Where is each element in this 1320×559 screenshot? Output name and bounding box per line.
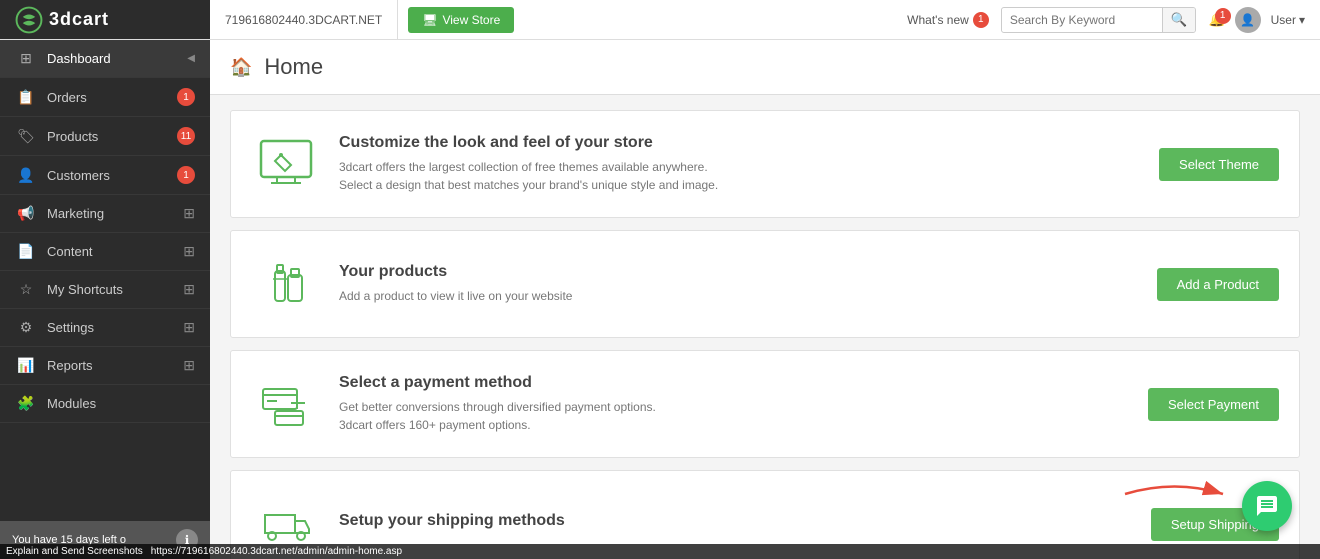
sidebar-label-settings: Settings	[47, 320, 179, 335]
sidebar-item-settings[interactable]: ⚙ Settings ⊞	[0, 309, 210, 347]
avatar[interactable]: 👤	[1235, 7, 1261, 33]
sidebar-label-orders: Orders	[47, 90, 173, 105]
logo-icon	[15, 6, 43, 34]
sidebar-label-modules: Modules	[47, 396, 195, 411]
topbar: 3dcart 719616802440.3DCART.NET 🖥 View St…	[0, 0, 1320, 40]
modules-icon: 🧩	[15, 395, 37, 412]
chat-icon	[1255, 494, 1279, 518]
card-payment: Select a payment method Get better conve…	[230, 350, 1300, 458]
sidebar-item-content[interactable]: 📄 Content ⊞	[0, 233, 210, 271]
add-product-button[interactable]: Add a Product	[1157, 268, 1279, 301]
payment-card-body: Select a payment method Get better conve…	[339, 374, 1130, 434]
sidebar-label-shortcuts: My Shortcuts	[47, 282, 179, 297]
search-box: 🔍	[1001, 7, 1197, 33]
layout: ⊞ Dashboard ◀ 📋 Orders 1 🏷 Products 11 👤…	[0, 40, 1320, 559]
sidebar-label-content: Content	[47, 244, 179, 259]
monitor-edit-icon	[255, 133, 317, 195]
card-theme: Customize the look and feel of your stor…	[230, 110, 1300, 218]
sidebar-label-dashboard: Dashboard	[47, 51, 183, 66]
topbar-icons: 🔔 1 👤 User ▾	[1208, 7, 1305, 33]
notification-bell[interactable]: 🔔 1	[1208, 12, 1224, 28]
sidebar-item-reports[interactable]: 📊 Reports ⊞	[0, 347, 210, 385]
theme-card-action: Select Theme	[1159, 148, 1279, 181]
sidebar-label-products: Products	[47, 129, 173, 144]
payment-card-desc: Get better conversions through diversifi…	[339, 398, 1130, 434]
sidebar-item-my-shortcuts[interactable]: ☆ My Shortcuts ⊞	[0, 271, 210, 309]
bottles-icon	[255, 253, 317, 315]
payment-card-title: Select a payment method	[339, 374, 1130, 392]
main-content: 🏠 Home Customize the look and feel of	[210, 40, 1320, 559]
sidebar-item-orders[interactable]: 📋 Orders 1	[0, 78, 210, 117]
sidebar-item-dashboard[interactable]: ⊞ Dashboard ◀	[0, 40, 210, 78]
sidebar-arrow-dashboard: ◀	[187, 53, 195, 64]
view-store-button[interactable]: 🖥 View Store	[408, 7, 514, 33]
dashboard-icon: ⊞	[15, 50, 37, 67]
sidebar-label-customers: Customers	[47, 168, 173, 183]
theme-card-title: Customize the look and feel of your stor…	[339, 134, 1141, 152]
theme-card-desc: 3dcart offers the largest collection of …	[339, 158, 1141, 194]
home-icon: 🏠	[230, 57, 252, 78]
cards-container: Customize the look and feel of your stor…	[210, 95, 1320, 559]
settings-expand-icon: ⊞	[183, 319, 195, 336]
bottom-bar-url: https://719616802440.3dcart.net/admin/ad…	[151, 546, 402, 557]
card-products: Your products Add a product to view it l…	[230, 230, 1300, 338]
reports-expand-icon: ⊞	[183, 357, 195, 374]
monitor-icon: 🖥	[422, 13, 437, 27]
products-card-body: Your products Add a product to view it l…	[339, 263, 1139, 305]
search-input[interactable]	[1002, 9, 1162, 31]
sidebar-label-marketing: Marketing	[47, 206, 179, 221]
products-icon: 🏷	[15, 128, 37, 145]
bottom-bar: Explain and Send Screenshots https://719…	[0, 544, 1320, 559]
marketing-expand-icon: ⊞	[183, 205, 195, 222]
orders-icon: 📋	[15, 89, 37, 106]
reports-icon: 📊	[15, 357, 37, 374]
bell-badge: 1	[1215, 8, 1231, 24]
whats-new-badge: 1	[973, 12, 989, 28]
payment-icon	[255, 373, 317, 435]
shipping-card-body: Setup your shipping methods	[339, 512, 1133, 536]
products-card-icon	[251, 249, 321, 319]
sidebar-label-reports: Reports	[47, 358, 179, 373]
username-dropdown[interactable]: User ▾	[1271, 13, 1305, 27]
theme-card-body: Customize the look and feel of your stor…	[339, 134, 1141, 194]
products-badge: 11	[177, 127, 195, 145]
search-button[interactable]: 🔍	[1162, 8, 1196, 32]
select-theme-button[interactable]: Select Theme	[1159, 148, 1279, 181]
sidebar-item-customers[interactable]: 👤 Customers 1	[0, 156, 210, 195]
shipping-card-title: Setup your shipping methods	[339, 512, 1133, 530]
chat-fab[interactable]	[1242, 481, 1292, 531]
shortcuts-icon: ☆	[15, 281, 37, 298]
whats-new[interactable]: What's new 1	[907, 12, 989, 28]
theme-card-icon	[251, 129, 321, 199]
sidebar: ⊞ Dashboard ◀ 📋 Orders 1 🏷 Products 11 👤…	[0, 40, 210, 559]
customers-badge: 1	[177, 166, 195, 184]
payment-card-icon	[251, 369, 321, 439]
customers-icon: 👤	[15, 167, 37, 184]
products-card-action: Add a Product	[1157, 268, 1279, 301]
page-title: Home	[264, 54, 323, 80]
logo: 3dcart	[0, 0, 210, 39]
sidebar-item-marketing[interactable]: 📢 Marketing ⊞	[0, 195, 210, 233]
logo-text: 3dcart	[49, 9, 109, 30]
content-icon: 📄	[15, 243, 37, 260]
products-card-title: Your products	[339, 263, 1139, 281]
page-header: 🏠 Home	[210, 40, 1320, 95]
chevron-down-icon: ▾	[1299, 13, 1305, 27]
sidebar-item-modules[interactable]: 🧩 Modules	[0, 385, 210, 423]
payment-card-action: Select Payment	[1148, 388, 1279, 421]
products-card-desc: Add a product to view it live on your we…	[339, 287, 1139, 305]
marketing-icon: 📢	[15, 205, 37, 222]
shortcuts-expand-icon: ⊞	[183, 281, 195, 298]
topbar-right: What's new 1 🔍 🔔 1 👤 User ▾	[907, 7, 1320, 33]
store-id: 719616802440.3DCART.NET	[210, 0, 398, 39]
bottom-bar-action: Explain and Send Screenshots	[6, 546, 143, 557]
orders-badge: 1	[177, 88, 195, 106]
settings-icon: ⚙	[15, 319, 37, 336]
select-payment-button[interactable]: Select Payment	[1148, 388, 1279, 421]
sidebar-item-products[interactable]: 🏷 Products 11	[0, 117, 210, 156]
content-expand-icon: ⊞	[183, 243, 195, 260]
